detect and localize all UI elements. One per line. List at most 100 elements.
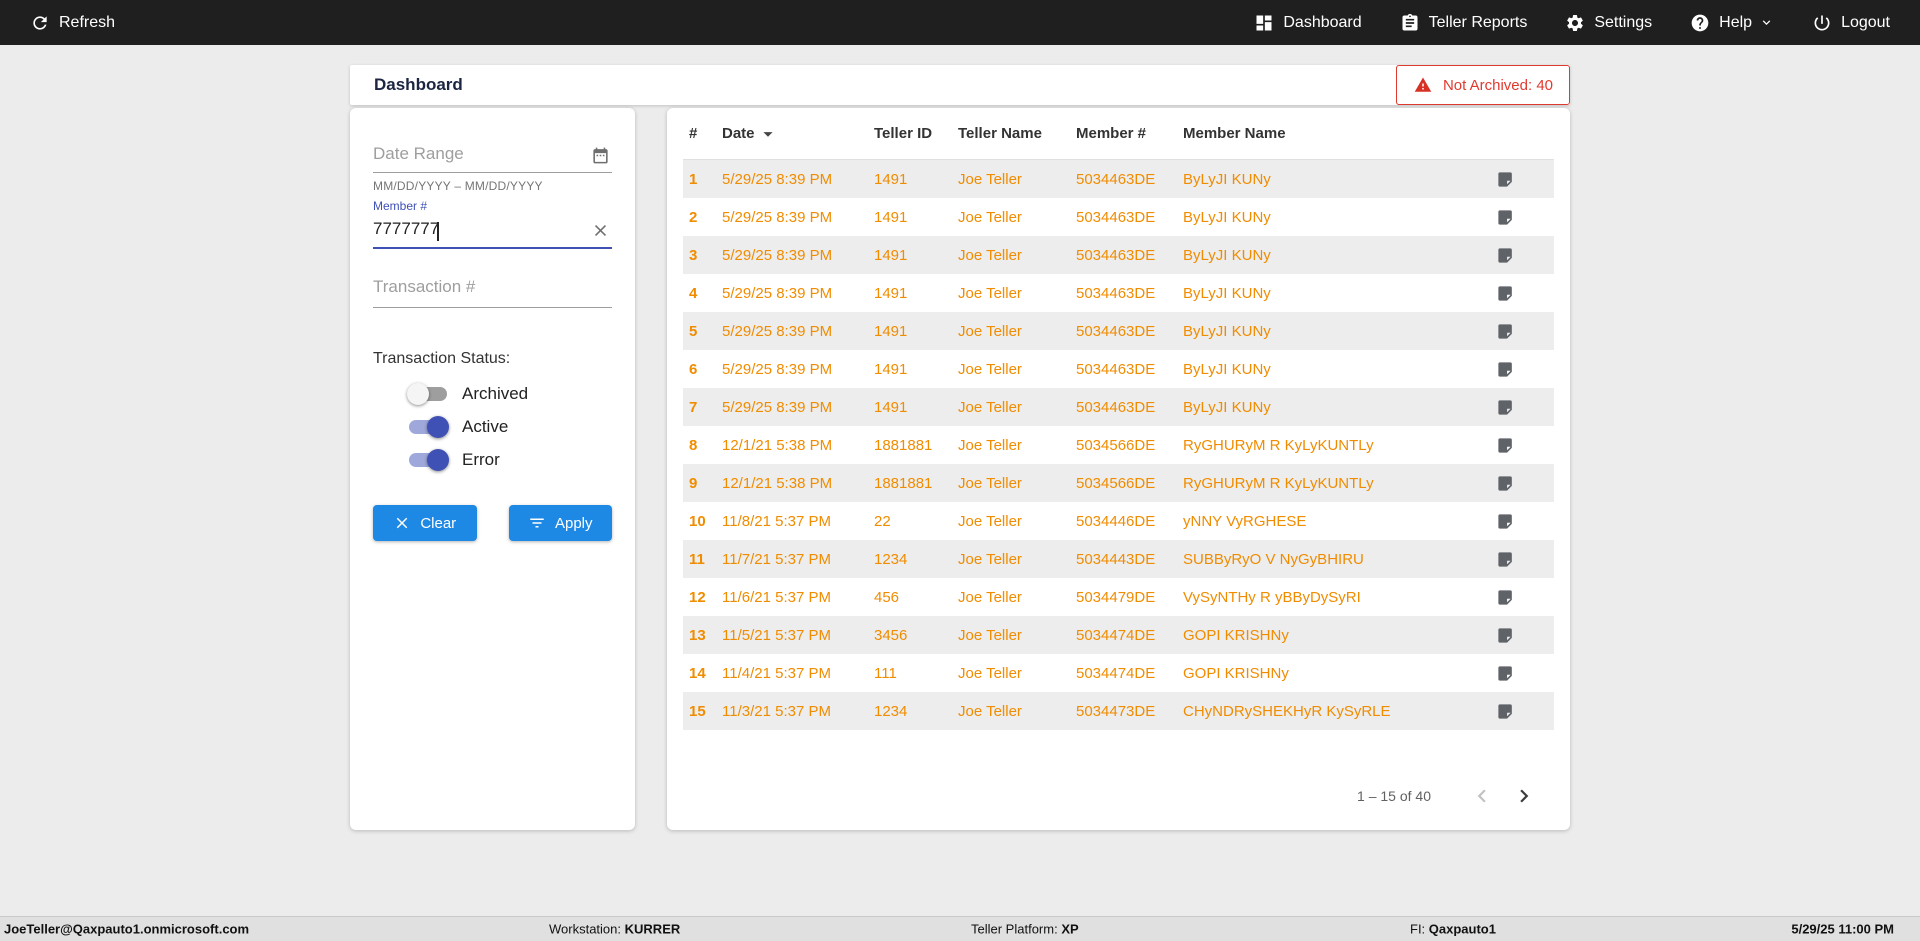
column-header-teller-name: Teller Name xyxy=(958,125,1042,142)
dashboard-grid-icon xyxy=(1254,13,1274,33)
note-icon[interactable] xyxy=(1496,398,1515,417)
note-icon[interactable] xyxy=(1496,588,1515,607)
cell-member-number: 5034463DE xyxy=(1076,208,1156,226)
status-toggle[interactable]: Archived xyxy=(407,382,612,406)
cell-teller-id: 456 xyxy=(874,588,900,606)
table-row[interactable]: 11 11/7/21 5:37 PM 1234 Joe Teller 50344… xyxy=(683,540,1554,578)
cell-member-number: 5034463DE xyxy=(1076,284,1156,302)
cell-teller-id: 3456 xyxy=(874,626,908,644)
chevron-down-icon xyxy=(1759,15,1774,30)
note-icon[interactable] xyxy=(1496,360,1515,379)
cell-date: 11/6/21 5:37 PM xyxy=(722,588,831,606)
gear-icon xyxy=(1565,13,1585,33)
table-row[interactable]: 9 12/1/21 5:38 PM 1881881 Joe Teller 503… xyxy=(683,464,1554,502)
cell-teller-name: Joe Teller xyxy=(958,360,1022,378)
table-row[interactable]: 10 11/8/21 5:37 PM 22 Joe Teller 5034446… xyxy=(683,502,1554,540)
note-icon[interactable] xyxy=(1496,208,1515,227)
cell-member-number: 5034463DE xyxy=(1076,398,1156,416)
table-row[interactable]: 3 5/29/25 8:39 PM 1491 Joe Teller 503446… xyxy=(683,236,1554,274)
table-row[interactable]: 6 5/29/25 8:39 PM 1491 Joe Teller 503446… xyxy=(683,350,1554,388)
date-format-hint: MM/DD/YYYY – MM/DD/YYYY xyxy=(373,179,543,193)
table-row[interactable]: 4 5/29/25 8:39 PM 1491 Joe Teller 503446… xyxy=(683,274,1554,312)
nav-help[interactable]: Help xyxy=(1690,13,1774,33)
nav-dashboard[interactable]: Dashboard xyxy=(1254,13,1362,33)
status-toggle[interactable]: Active xyxy=(407,415,612,439)
note-icon[interactable] xyxy=(1496,284,1515,303)
cell-teller-id: 1491 xyxy=(874,284,908,302)
cell-date: 11/5/21 5:37 PM xyxy=(722,626,831,644)
note-icon[interactable] xyxy=(1496,474,1515,493)
note-icon[interactable] xyxy=(1496,550,1515,569)
toggle-thumb xyxy=(407,383,429,405)
nav-settings[interactable]: Settings xyxy=(1565,13,1652,33)
toggle-label: Active xyxy=(462,417,509,436)
table-row[interactable]: 8 12/1/21 5:38 PM 1881881 Joe Teller 503… xyxy=(683,426,1554,464)
power-icon xyxy=(1812,13,1832,33)
cell-teller-name: Joe Teller xyxy=(958,322,1022,340)
not-archived-badge[interactable]: Not Archived: 40 xyxy=(1395,65,1570,105)
cell-teller-name: Joe Teller xyxy=(958,398,1022,416)
table-row[interactable]: 14 11/4/21 5:37 PM 111 Joe Teller 503447… xyxy=(683,654,1554,692)
note-icon[interactable] xyxy=(1496,626,1515,645)
next-page-button[interactable] xyxy=(1511,783,1537,809)
note-icon[interactable] xyxy=(1496,246,1515,265)
toggle-switch[interactable] xyxy=(407,382,449,406)
note-icon[interactable] xyxy=(1496,436,1515,455)
previous-page-button[interactable] xyxy=(1469,783,1495,809)
column-header-num: # xyxy=(689,125,698,142)
table-row[interactable]: 15 11/3/21 5:37 PM 1234 Joe Teller 50344… xyxy=(683,692,1554,730)
cell-member-number: 5034463DE xyxy=(1076,322,1156,340)
filter-panel: MM/DD/YYYY – MM/DD/YYYY Member # Transac… xyxy=(350,108,635,830)
cell-teller-name: Joe Teller xyxy=(958,436,1022,454)
nav-teller-reports[interactable]: Teller Reports xyxy=(1400,13,1527,33)
cell-date: 5/29/25 8:39 PM xyxy=(722,246,833,264)
toggle-thumb xyxy=(427,416,449,438)
apply-button[interactable]: Apply xyxy=(508,505,612,541)
cell-teller-name: Joe Teller xyxy=(958,208,1022,226)
toggle-switch[interactable] xyxy=(407,448,449,472)
member-number-input[interactable] xyxy=(373,219,612,239)
current-datetime: 5/29/25 11:00 PM xyxy=(1791,921,1894,937)
cell-row-number: 15 xyxy=(689,702,706,720)
table-row[interactable]: 7 5/29/25 8:39 PM 1491 Joe Teller 503446… xyxy=(683,388,1554,426)
top-nav-group: Dashboard Teller Reports Settings Help L… xyxy=(1254,13,1890,33)
calendar-icon[interactable] xyxy=(591,146,610,165)
table-row[interactable]: 12 11/6/21 5:37 PM 456 Joe Teller 503447… xyxy=(683,578,1554,616)
refresh-label: Refresh xyxy=(59,13,116,31)
table-row[interactable]: 1 5/29/25 8:39 PM 1491 Joe Teller 503446… xyxy=(683,160,1554,198)
cell-row-number: 14 xyxy=(689,664,706,682)
transaction-number-input[interactable] xyxy=(373,277,612,297)
table-row[interactable]: 13 11/5/21 5:37 PM 3456 Joe Teller 50344… xyxy=(683,616,1554,654)
cell-date: 11/8/21 5:37 PM xyxy=(722,512,831,530)
refresh-button[interactable]: Refresh xyxy=(30,13,115,33)
nav-help-label: Help xyxy=(1719,13,1753,31)
column-header-member-num: Member # xyxy=(1076,125,1147,142)
note-icon[interactable] xyxy=(1496,702,1515,721)
toggle-label: Archived xyxy=(462,384,529,403)
toggle-switch[interactable] xyxy=(407,415,449,439)
cell-teller-name: Joe Teller xyxy=(958,474,1022,492)
date-range-input[interactable] xyxy=(373,144,612,164)
cell-member-name: ByLyJI KUNy xyxy=(1183,170,1271,188)
clear-member-icon[interactable] xyxy=(591,221,610,240)
clear-button[interactable]: Clear xyxy=(373,505,477,541)
workstation-label: Workstation: xyxy=(549,921,622,937)
status-toggle[interactable]: Error xyxy=(407,448,612,472)
note-icon[interactable] xyxy=(1496,512,1515,531)
column-header-member-name: Member Name xyxy=(1183,125,1286,142)
note-icon[interactable] xyxy=(1496,322,1515,341)
column-header-date[interactable]: Date xyxy=(722,123,874,145)
note-icon[interactable] xyxy=(1496,170,1515,189)
toggle-thumb xyxy=(427,449,449,471)
cell-member-name: GOPI KRISHNy xyxy=(1183,664,1289,682)
cell-member-name: ByLyJI KUNy xyxy=(1183,246,1271,264)
note-icon[interactable] xyxy=(1496,664,1515,683)
cell-row-number: 5 xyxy=(689,322,698,340)
table-row[interactable]: 2 5/29/25 8:39 PM 1491 Joe Teller 503446… xyxy=(683,198,1554,236)
cell-member-number: 5034446DE xyxy=(1076,512,1156,530)
logged-in-user: JoeTeller@Qaxpauto1.onmicrosoft.com xyxy=(4,921,250,937)
cell-member-number: 5034443DE xyxy=(1076,550,1156,568)
table-row[interactable]: 5 5/29/25 8:39 PM 1491 Joe Teller 503446… xyxy=(683,312,1554,350)
member-number-field xyxy=(373,213,612,249)
nav-logout[interactable]: Logout xyxy=(1812,13,1890,33)
